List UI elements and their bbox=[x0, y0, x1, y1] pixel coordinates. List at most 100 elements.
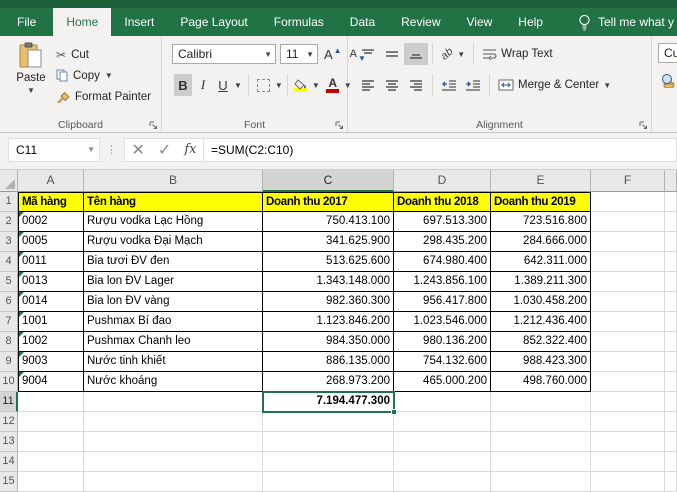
cell-A2[interactable]: 0002 bbox=[18, 212, 84, 232]
copy-dropdown-arrow[interactable]: ▼ bbox=[105, 71, 113, 80]
cell-B12[interactable] bbox=[84, 412, 263, 432]
cell-A5[interactable]: 0013 bbox=[18, 272, 84, 292]
cell-D11[interactable] bbox=[394, 392, 491, 412]
cell-A11[interactable] bbox=[18, 392, 84, 412]
column-header-A[interactable]: A bbox=[18, 170, 84, 192]
cell-D10[interactable]: 465.000.200 bbox=[394, 372, 491, 392]
cell-G6[interactable] bbox=[665, 292, 677, 312]
cell-B4[interactable]: Bia tươi ĐV đen bbox=[84, 252, 263, 272]
cell-F10[interactable] bbox=[591, 372, 665, 392]
cell-F7[interactable] bbox=[591, 312, 665, 332]
cell-D15[interactable] bbox=[394, 472, 491, 492]
cell-F5[interactable] bbox=[591, 272, 665, 292]
select-all-corner[interactable] bbox=[0, 170, 18, 192]
row-header-14[interactable]: 14 bbox=[0, 452, 18, 472]
cell-A13[interactable] bbox=[18, 432, 84, 452]
row-header-6[interactable]: 6 bbox=[0, 292, 18, 312]
align-left-button[interactable] bbox=[356, 74, 380, 96]
fill-color-button[interactable] bbox=[292, 74, 310, 96]
tab-help[interactable]: Help bbox=[505, 8, 556, 36]
row-header-12[interactable]: 12 bbox=[0, 412, 18, 432]
cell-E6[interactable]: 1.030.458.200 bbox=[491, 292, 591, 312]
alignment-dialog-launcher-icon[interactable] bbox=[639, 121, 648, 130]
cell-E5[interactable]: 1.389.211.300 bbox=[491, 272, 591, 292]
cell-D5[interactable]: 1.243.856.100 bbox=[394, 272, 491, 292]
tab-view[interactable]: View bbox=[454, 8, 506, 36]
cell-A8[interactable]: 1002 bbox=[18, 332, 84, 352]
cell-E10[interactable]: 498.760.000 bbox=[491, 372, 591, 392]
underline-dropdown-arrow[interactable]: ▼ bbox=[234, 81, 242, 90]
cell-C4[interactable]: 513.625.600 bbox=[263, 252, 394, 272]
cell-F3[interactable] bbox=[591, 232, 665, 252]
font-dialog-launcher-icon[interactable] bbox=[335, 121, 344, 130]
cell-E2[interactable]: 723.516.800 bbox=[491, 212, 591, 232]
cell-E13[interactable] bbox=[491, 432, 591, 452]
tab-page-layout[interactable]: Page Layout bbox=[167, 8, 260, 36]
fill-color-dropdown-arrow[interactable]: ▼ bbox=[312, 81, 320, 90]
top-align-button[interactable] bbox=[356, 43, 380, 65]
cell-C14[interactable] bbox=[263, 452, 394, 472]
cell-F11[interactable] bbox=[591, 392, 665, 412]
italic-button[interactable]: I bbox=[194, 74, 212, 96]
cell-C9[interactable]: 886.135.000 bbox=[263, 352, 394, 372]
bold-button[interactable]: B bbox=[174, 74, 192, 96]
cell-F8[interactable] bbox=[591, 332, 665, 352]
cell-D3[interactable]: 298.435.200 bbox=[394, 232, 491, 252]
cell-F12[interactable] bbox=[591, 412, 665, 432]
row-header-11[interactable]: 11 bbox=[0, 392, 18, 412]
cell-G13[interactable] bbox=[665, 432, 677, 452]
cell-C10[interactable]: 268.973.200 bbox=[263, 372, 394, 392]
font-size-combo[interactable]: 11 ▼ bbox=[280, 44, 318, 64]
column-header-F[interactable]: F bbox=[591, 170, 665, 192]
cell-E1[interactable]: Doanh thu 2019 bbox=[491, 192, 591, 212]
cell-D7[interactable]: 1.023.546.000 bbox=[394, 312, 491, 332]
cell-B13[interactable] bbox=[84, 432, 263, 452]
cell-G2[interactable] bbox=[665, 212, 677, 232]
column-header-D[interactable]: D bbox=[394, 170, 491, 192]
cell-G3[interactable] bbox=[665, 232, 677, 252]
cell-A15[interactable] bbox=[18, 472, 84, 492]
decrease-indent-button[interactable] bbox=[437, 74, 461, 96]
cell-C2[interactable]: 750.413.100 bbox=[263, 212, 394, 232]
wrap-text-button[interactable]: Wrap Text bbox=[478, 43, 556, 65]
cell-G7[interactable] bbox=[665, 312, 677, 332]
middle-align-button[interactable] bbox=[380, 43, 404, 65]
cell-F13[interactable] bbox=[591, 432, 665, 452]
cut-button[interactable]: ✂ Cut bbox=[56, 44, 151, 65]
cell-E4[interactable]: 642.311.000 bbox=[491, 252, 591, 272]
cell-C7[interactable]: 1.123.846.200 bbox=[263, 312, 394, 332]
cell-F15[interactable] bbox=[591, 472, 665, 492]
cell-F2[interactable] bbox=[591, 212, 665, 232]
name-box[interactable]: C11 ▼ bbox=[8, 138, 100, 162]
cell-C15[interactable] bbox=[263, 472, 394, 492]
cell-G8[interactable] bbox=[665, 332, 677, 352]
row-header-13[interactable]: 13 bbox=[0, 432, 18, 452]
cell-C11[interactable]: 7.194.477.300 bbox=[263, 392, 394, 412]
row-header-7[interactable]: 7 bbox=[0, 312, 18, 332]
paste-dropdown-arrow[interactable]: ▼ bbox=[27, 86, 35, 95]
cell-F1[interactable] bbox=[591, 192, 665, 212]
cell-B6[interactable]: Bia lon ĐV vàng bbox=[84, 292, 263, 312]
cell-F14[interactable] bbox=[591, 452, 665, 472]
fill-handle[interactable] bbox=[391, 409, 397, 415]
row-header-10[interactable]: 10 bbox=[0, 372, 18, 392]
insert-function-button[interactable]: fx bbox=[184, 142, 196, 157]
cell-B2[interactable]: Rượu vodka Lạc Hồng bbox=[84, 212, 263, 232]
row-header-8[interactable]: 8 bbox=[0, 332, 18, 352]
bottom-align-button[interactable] bbox=[404, 43, 428, 65]
cell-C13[interactable] bbox=[263, 432, 394, 452]
column-header-B[interactable]: B bbox=[84, 170, 263, 192]
cell-A1[interactable]: Mã hàng bbox=[18, 192, 84, 212]
cell-B11[interactable] bbox=[84, 392, 263, 412]
cell-B3[interactable]: Rượu vodka Đại Mạch bbox=[84, 232, 263, 252]
cell-G10[interactable] bbox=[665, 372, 677, 392]
cell-D6[interactable]: 956.417.800 bbox=[394, 292, 491, 312]
align-center-button[interactable] bbox=[380, 74, 404, 96]
row-header-5[interactable]: 5 bbox=[0, 272, 18, 292]
cell-F4[interactable] bbox=[591, 252, 665, 272]
cell-D14[interactable] bbox=[394, 452, 491, 472]
cell-A10[interactable]: 9004 bbox=[18, 372, 84, 392]
cell-B8[interactable]: Pushmax Chanh leo bbox=[84, 332, 263, 352]
cell-B10[interactable]: Nước khoáng bbox=[84, 372, 263, 392]
column-header-C[interactable]: C bbox=[263, 170, 394, 192]
